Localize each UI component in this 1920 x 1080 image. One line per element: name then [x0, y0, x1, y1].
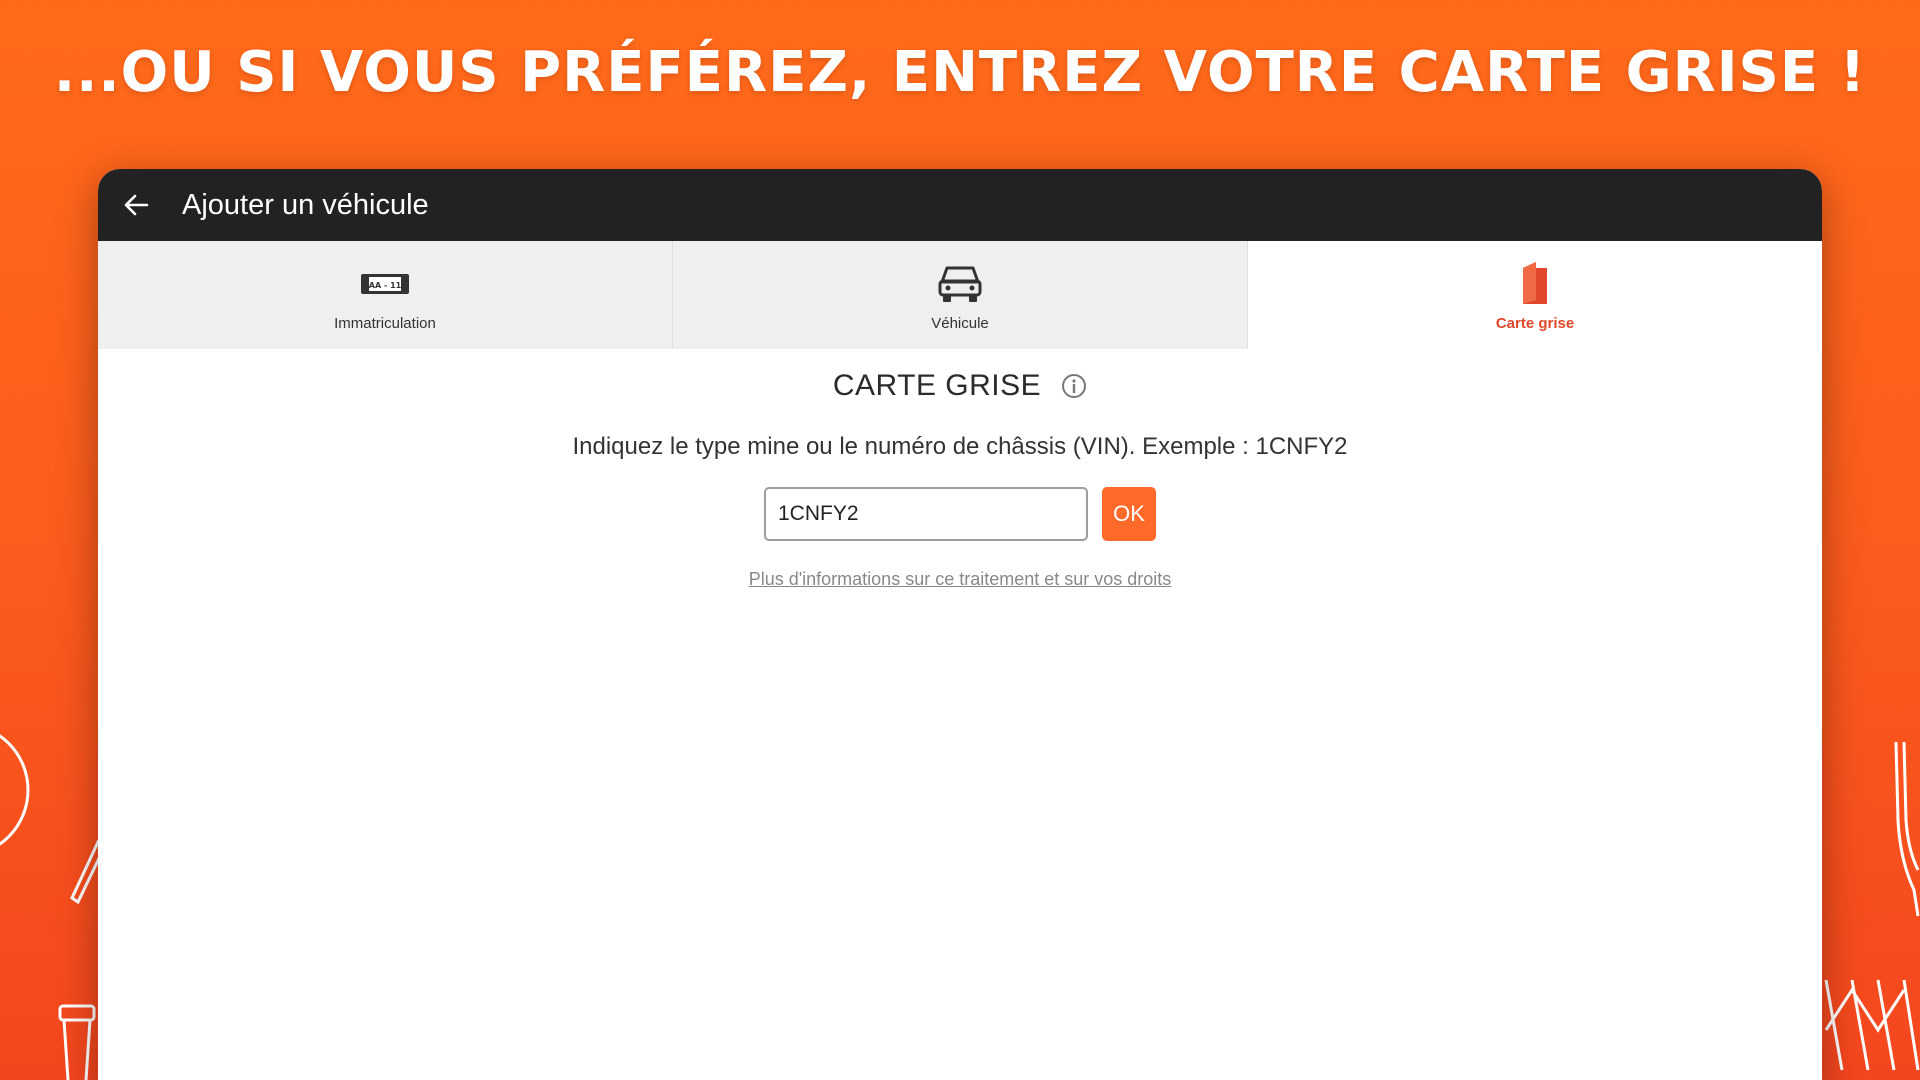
section-title: CARTE GRISE: [832, 369, 1042, 402]
tab-vehicule[interactable]: Véhicule: [673, 241, 1248, 349]
input-method-tabs: AA - 11 Immatriculation Véhicule Carte g…: [98, 241, 1822, 349]
tab-label: Véhicule: [931, 314, 989, 332]
plate-text: AA - 11: [369, 281, 402, 290]
privacy-info-link[interactable]: Plus d'informations sur ce traitement et…: [749, 569, 1172, 590]
decorative-bottle-drawing: [58, 1004, 96, 1080]
section-header: CARTE GRISE: [98, 369, 1822, 403]
license-plate-icon: AA - 11: [360, 259, 410, 309]
decorative-gauge-drawing: [0, 734, 30, 846]
vin-input[interactable]: [764, 487, 1088, 541]
arrow-left-icon: [124, 194, 149, 216]
tab-immatriculation[interactable]: AA - 11 Immatriculation: [98, 241, 673, 349]
page-title: Ajouter un véhicule: [182, 188, 429, 221]
back-button[interactable]: [114, 183, 158, 227]
instruction-text: Indiquez le type mine ou le numéro de ch…: [572, 433, 1348, 460]
tab-label: Immatriculation: [334, 314, 436, 332]
tab-label: Carte grise: [1495, 314, 1575, 332]
car-icon: [937, 259, 983, 309]
tab-carte-grise[interactable]: Carte grise: [1248, 241, 1822, 349]
decorative-wrench-drawing: [1894, 741, 1920, 917]
app-bar: Ajouter un véhicule: [98, 169, 1822, 241]
carte-grise-form: CARTE GRISE Indiquez le type mine ou le …: [98, 369, 1822, 590]
ok-button[interactable]: OK: [1102, 487, 1156, 541]
info-icon[interactable]: [1061, 373, 1087, 399]
registration-card-icon: [1520, 259, 1550, 309]
promo-headline: ...OU SI VOUS PRÉFÉREZ, ENTREZ VOTRE CAR…: [53, 40, 1867, 105]
vin-form-row: OK: [98, 487, 1822, 541]
decorative-jack-drawing: [1824, 979, 1920, 1071]
app-window: Ajouter un véhicule AA - 11 Immatriculat…: [98, 169, 1822, 1080]
